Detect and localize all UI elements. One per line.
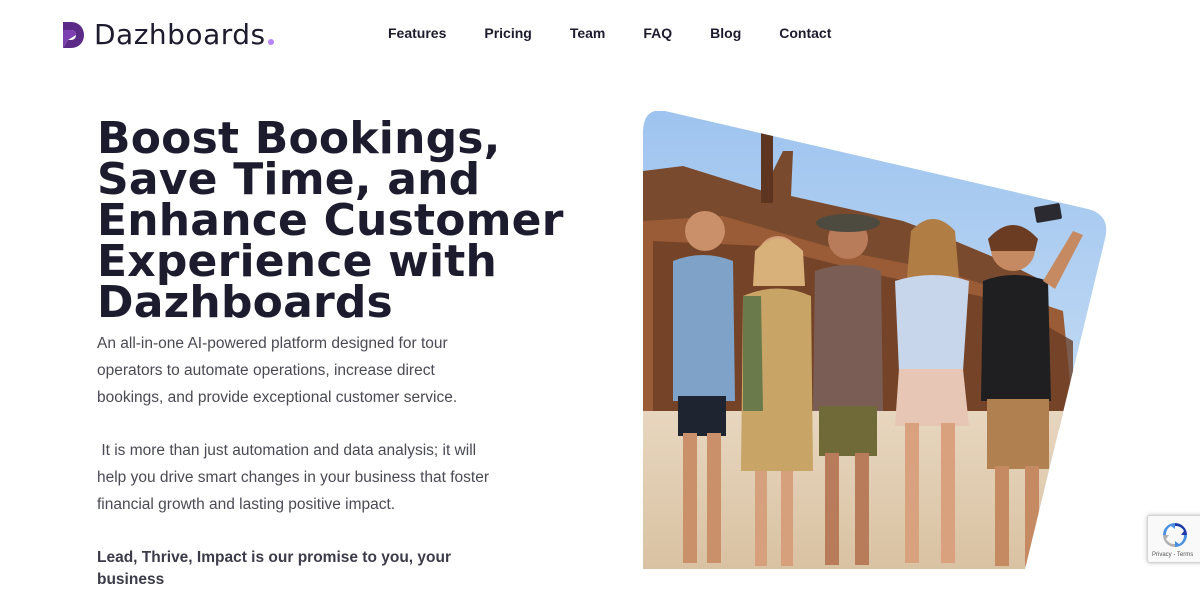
nav-faq[interactable]: FAQ [643, 24, 672, 42]
hero-title: Boost Bookings, Save Time, and Enhance C… [97, 113, 564, 328]
recaptcha-privacy-terms[interactable]: Privacy - Terms [1152, 552, 1193, 558]
hero-paragraph-1: An all-in-one AI-powered platform design… [97, 335, 458, 406]
logo-link[interactable]: Dazhboards [60, 18, 274, 52]
hero-promise: Lead, Thrive, Impact is our promise to y… [97, 549, 451, 588]
nav-pricing[interactable]: Pricing [484, 24, 531, 42]
group-of-travelers-photo [643, 111, 1107, 569]
brand-dot [267, 39, 274, 45]
nav-contact[interactable]: Contact [779, 24, 831, 42]
dazhboards-logo-icon [63, 22, 84, 48]
hero-paragraph-2: It is more than just automation and data… [97, 442, 494, 513]
brand-name: Dazhboards [94, 18, 266, 51]
nav-team[interactable]: Team [570, 24, 606, 42]
nav-blog[interactable]: Blog [710, 24, 741, 42]
nav-features[interactable]: Features [388, 24, 446, 42]
recaptcha-badge[interactable]: Privacy - Terms [1147, 515, 1200, 563]
site-header: Dazhboards Features Pricing Team FAQ Blo… [0, 0, 1200, 68]
main-nav: Features Pricing Team FAQ Blog Contact [388, 24, 869, 42]
recaptcha-icon [1163, 523, 1187, 547]
